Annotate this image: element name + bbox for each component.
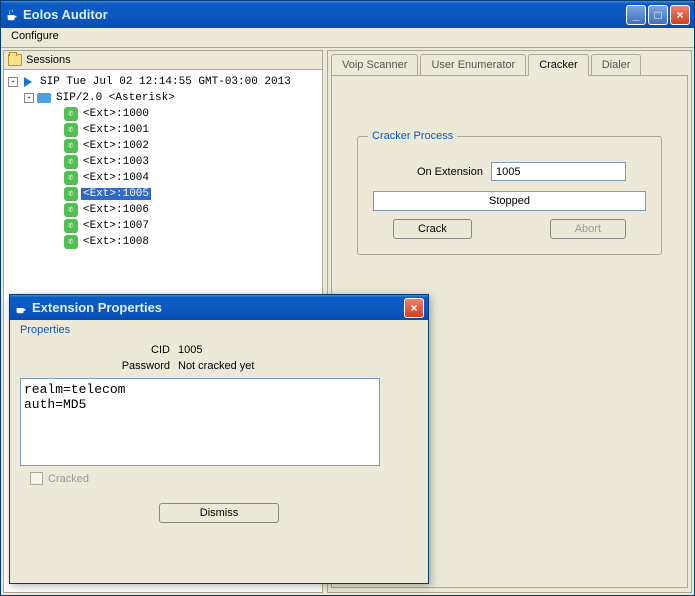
close-button[interactable]: × [670,5,690,25]
sessions-tree[interactable]: - SIP Tue Jul 02 12:14:55 GMT-03:00 2013… [4,70,322,254]
tree-extension-label: <Ext>:1002 [81,140,151,152]
sessions-header: Sessions [4,51,322,70]
folder-icon [8,54,22,66]
phone-icon: ✆ [64,235,78,249]
tree-extension-node[interactable]: ✆<Ext>:1006 [8,202,318,218]
cracker-fieldset: Cracker Process On Extension Stopped Cra… [357,136,662,255]
titlebar[interactable]: Eolos Auditor _ □ × [1,1,694,28]
phone-icon: ✆ [64,107,78,121]
java-icon [5,8,19,22]
tree-extension-label: <Ext>:1000 [81,108,151,120]
tree-extension-node[interactable]: ✆<Ext>:1003 [8,154,318,170]
minimize-button[interactable]: _ [626,5,646,25]
phone-icon: ✆ [64,187,78,201]
abort-button[interactable]: Abort [550,219,626,239]
phone-icon: ✆ [64,171,78,185]
tree-extension-label: <Ext>:1004 [81,172,151,184]
tree-extension-node[interactable]: ✆<Ext>:1002 [8,138,318,154]
tree-extension-node[interactable]: ✆<Ext>:1001 [8,122,318,138]
tree-root-label: SIP Tue Jul 02 12:14:55 GMT-03:00 2013 [38,76,293,88]
password-label: Password [105,360,170,372]
dialog-titlebar[interactable]: Extension Properties × [10,295,428,320]
main-window: Eolos Auditor _ □ × Configure Sessions -… [0,0,695,596]
dismiss-button[interactable]: Dismiss [159,503,280,523]
tab-user-enumerator[interactable]: User Enumerator [420,54,526,75]
tree-extension-label: <Ext>:1001 [81,124,151,136]
dialog-content: Properties CID 1005 Password Not cracked… [10,320,428,527]
window-title: Eolos Auditor [23,7,626,22]
cracker-legend: Cracker Process [368,130,457,142]
tree-extension-node[interactable]: ✆<Ext>:1004 [8,170,318,186]
tree-sip-node[interactable]: - SIP/2.0 <Asterisk> [8,90,318,106]
phone-icon: ✆ [64,139,78,153]
collapse-icon[interactable]: - [8,77,18,87]
phone-icon: ✆ [64,219,78,233]
password-value: Not cracked yet [178,360,254,372]
collapse-icon[interactable]: - [24,93,34,103]
status-bar: Stopped [373,191,646,211]
extension-label: On Extension [393,166,483,178]
tree-extension-label: <Ext>:1006 [81,204,151,216]
java-icon [14,301,28,315]
properties-section-label: Properties [20,324,418,336]
menubar: Configure [1,28,694,48]
crack-button[interactable]: Crack [393,219,472,239]
tree-root[interactable]: - SIP Tue Jul 02 12:14:55 GMT-03:00 2013 [8,74,318,90]
sip-icon [37,91,51,105]
menu-configure[interactable]: Configure [5,28,65,44]
extension-properties-dialog[interactable]: Extension Properties × Properties CID 10… [9,294,429,584]
dialog-title: Extension Properties [32,300,404,315]
tab-bar: Voip ScannerUser EnumeratorCrackerDialer [328,51,691,75]
tree-extension-node[interactable]: ✆<Ext>:1000 [8,106,318,122]
extension-input[interactable] [491,162,626,181]
sessions-title: Sessions [26,54,71,66]
maximize-button[interactable]: □ [648,5,668,25]
tree-extension-label: <Ext>:1008 [81,236,151,248]
tree-extension-label: <Ext>:1005 [81,188,151,200]
tree-extension-node[interactable]: ✆<Ext>:1005 [8,186,318,202]
play-icon [21,75,35,89]
cracked-label: Cracked [48,473,89,485]
phone-icon: ✆ [64,123,78,137]
details-textarea[interactable]: realm=telecom auth=MD5 [20,378,380,466]
cracked-checkbox[interactable] [30,472,43,485]
tree-extension-label: <Ext>:1007 [81,220,151,232]
phone-icon: ✆ [64,203,78,217]
tree-extension-label: <Ext>:1003 [81,156,151,168]
dialog-close-button[interactable]: × [404,298,424,318]
tree-extension-node[interactable]: ✆<Ext>:1007 [8,218,318,234]
tab-cracker[interactable]: Cracker [528,54,589,76]
tab-dialer[interactable]: Dialer [591,54,642,75]
phone-icon: ✆ [64,155,78,169]
cid-value: 1005 [178,344,202,356]
tree-extension-node[interactable]: ✆<Ext>:1008 [8,234,318,250]
tree-sip-label: SIP/2.0 <Asterisk> [54,92,177,104]
tab-voip-scanner[interactable]: Voip Scanner [331,54,418,75]
cid-label: CID [105,344,170,356]
